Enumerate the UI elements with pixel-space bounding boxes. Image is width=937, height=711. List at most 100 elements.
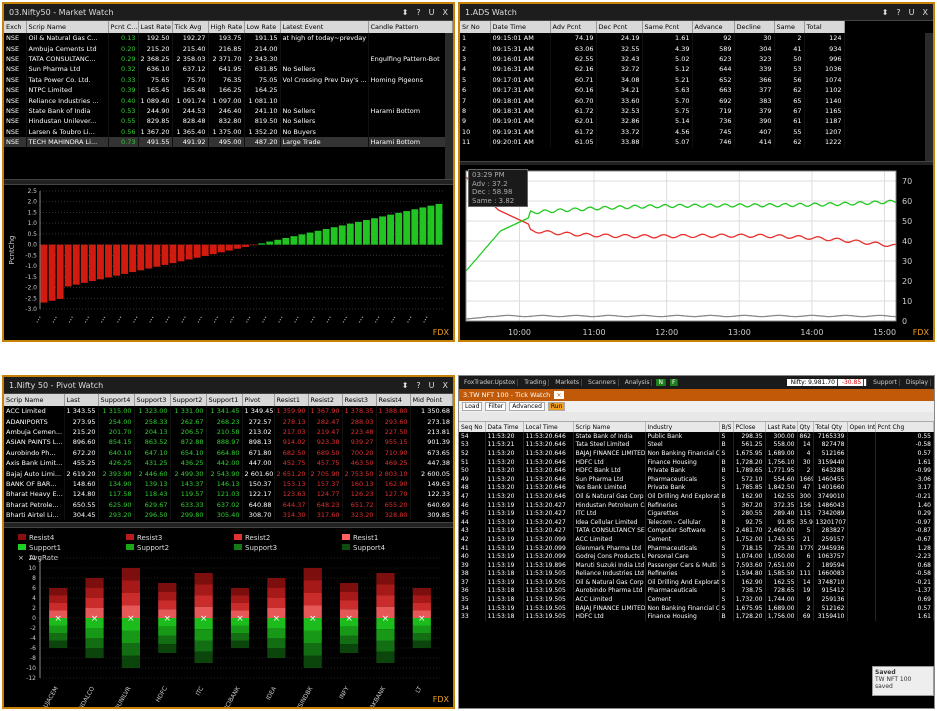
table-row[interactable]: 1 09:15:01 AM 74.19 24.19 1.61 92 30 2 124 — [460, 33, 933, 44]
filter-tab[interactable]: Filter — [485, 402, 507, 411]
table-row[interactable]: 10 09:19:31 AM 61.72 33.72 4.56 745 407 55 1207 — [460, 126, 933, 137]
table-row[interactable]: ASIAN PAINTS L... 896.60 854.15 863.52 872.8… — [4, 437, 453, 448]
market-watch-scrollbar[interactable] — [445, 33, 453, 179]
table-row[interactable]: Aurobindo Ph... 672.20 640.10 647.10 654.10 6… — [4, 447, 453, 458]
table-row[interactable]: 45 11:53:19 11:53:20.427 ITC Ltd Cigarettes S… — [459, 509, 934, 518]
column-header[interactable]: Resist2 — [308, 394, 343, 406]
menu-analysis[interactable]: Analysis — [623, 379, 653, 386]
help-icon[interactable]: ? — [416, 8, 420, 17]
close-icon[interactable]: X — [923, 8, 928, 17]
table-row[interactable]: 43 11:53:19 11:53:20.427 TATA CONSULTANCY S… — [459, 526, 934, 536]
table-row[interactable]: NSE Tata Power Co. Ltd. 0.33 75.65 75.70 76.3… — [4, 74, 453, 85]
table-row[interactable]: 39 11:53:19 11:53:19.896 Maruti Suzuki Indi… — [459, 560, 934, 570]
table-row[interactable]: NSE State Bank of India 0.53 244.90 244.53 24… — [4, 105, 453, 117]
column-header[interactable]: Industry — [645, 422, 720, 432]
column-header[interactable]: Open Int — [847, 422, 876, 432]
column-header[interactable]: Last — [64, 394, 99, 406]
column-header[interactable]: Exch — [4, 21, 27, 33]
table-row[interactable]: NSE TECH MAHINDRA Li... 0.73 491.55 491.92 49… — [4, 136, 453, 148]
table-row[interactable]: 6 09:17:31 AM 60.16 34.21 5.63 663 377 62 1102 — [460, 84, 933, 96]
table-row[interactable]: NSE Hindustan Unilever... 0.55 829.85 828.48… — [4, 116, 453, 127]
menu-trading[interactable]: Trading — [522, 379, 550, 386]
support-button[interactable]: Support — [871, 379, 900, 386]
table-row[interactable]: 11 09:20:01 AM 61.05 33.88 5.07 746 414 62 1222 — [460, 136, 933, 148]
column-header[interactable]: Pcnt C... — [108, 21, 139, 33]
column-header[interactable]: Same Pcnt — [642, 21, 693, 33]
table-row[interactable]: 9 09:19:01 AM 62.01 32.86 5.14 736 390 61 1187 — [460, 116, 933, 127]
table-row[interactable]: 33 11:53:18 11:53:19.505 HDFC Ltd Finance Ho… — [459, 612, 934, 622]
column-header[interactable]: Support4 — [98, 394, 135, 406]
run-tab[interactable]: Run — [547, 402, 566, 411]
tick-watch-tab[interactable]: 3.TW NFT 100 - Tick Watch × — [459, 389, 934, 401]
column-header[interactable]: Same — [774, 21, 805, 33]
column-header[interactable]: PClose — [733, 422, 766, 432]
column-header[interactable]: Support3 — [134, 394, 171, 406]
menu-scanners[interactable]: Scanners — [586, 379, 619, 386]
column-header[interactable]: Last Rate — [138, 21, 173, 33]
table-row[interactable]: NSE TATA CONSULTANC... 0.29 2 368.25 2 358.0… — [4, 53, 453, 65]
ads-watch-titlebar[interactable]: 1.ADS Watch ⬍ ? U X — [460, 4, 933, 21]
table-row[interactable]: 42 11:53:19 11:53:20.099 ACC Limited Cement S… — [459, 535, 934, 544]
table-row[interactable]: 7 09:18:01 AM 60.70 33.60 5.70 692 383 65 1140 — [460, 95, 933, 106]
column-header[interactable]: Qty — [797, 422, 814, 432]
table-row[interactable]: NSE Sun Pharma Ltd 0.32 636.10 637.12 641.95 6… — [4, 64, 453, 75]
menu-app[interactable]: FoxTrader.Upstox — [462, 379, 519, 386]
column-header[interactable]: Resist4 — [376, 394, 411, 406]
column-header[interactable]: Candle Pattern — [368, 21, 453, 33]
table-row[interactable]: 34 11:53:19 11:53:19.505 BAJAJ FINANCE LIMI… — [459, 603, 934, 613]
table-row[interactable]: Bharat Heavy E... 124.80 117.58 118.43 119.5… — [4, 489, 453, 500]
market-watch-titlebar[interactable]: 03.Nifty50 - Market Watch ⬍ ? U X — [4, 4, 453, 21]
pin-icon[interactable]: ⬍ — [402, 8, 409, 17]
table-row[interactable]: Bajaj Auto Limi... 2 619.20 2 393.90 2 446.… — [4, 468, 453, 479]
column-header[interactable]: Support1 — [206, 394, 243, 406]
column-header[interactable]: Decline — [734, 21, 775, 33]
table-row[interactable]: 50 11:53:20 11:53:20.646 HDFC Bank Ltd Priva… — [459, 466, 934, 475]
table-row[interactable]: 4 09:16:31 AM 62.16 32.72 5.12 644 339 53 1036 — [460, 64, 933, 75]
column-header[interactable]: B/S — [719, 422, 734, 432]
column-header[interactable]: Adv Pcnt — [550, 21, 597, 33]
table-row[interactable]: 51 11:53:20 11:53:20.646 HDFC Ltd Finance Ho… — [459, 457, 934, 467]
table-row[interactable]: 48 11:53:20 11:53:20.646 Yes Bank Limited Pr… — [459, 483, 934, 493]
fno-button[interactable]: F — [669, 379, 679, 386]
table-row[interactable]: NSE Larsen & Toubro Li... 0.56 1 367.20 1 36… — [4, 126, 453, 137]
table-row[interactable]: 54 11:53:20 11:53:20.646 State Bank of Indi… — [459, 432, 934, 441]
table-row[interactable]: NSE Reliance Industries ... 0.40 1 089.40 1 … — [4, 95, 453, 106]
table-row[interactable]: Axis Bank Limit... 455.25 426.25 431.25 436.… — [4, 457, 453, 469]
column-header[interactable]: Scrip Name — [573, 422, 646, 432]
table-row[interactable]: NSE Ambuja Cements Ltd 0.20 215.20 215.40 216… — [4, 43, 453, 54]
table-row[interactable]: 8 09:18:31 AM 61.72 32.53 5.75 719 379 67 1165 — [460, 105, 933, 117]
column-header[interactable]: Seq No — [459, 422, 486, 432]
column-header[interactable]: Mid Point — [410, 394, 453, 406]
column-header[interactable]: Total — [804, 21, 845, 33]
column-header[interactable]: Data Time — [485, 422, 524, 432]
table-row[interactable]: Bharat Petrole... 650.55 625.90 629.67 633.3… — [4, 499, 453, 510]
column-header[interactable]: Latest Event — [280, 21, 369, 33]
display-button[interactable]: Display — [904, 379, 931, 386]
column-header[interactable]: Pcnt Chg — [875, 422, 934, 432]
column-header[interactable]: Date Time — [490, 21, 551, 33]
menu-markets[interactable]: Markets — [553, 379, 583, 386]
table-row[interactable]: Bharti Airtel Li... 304.45 293.20 296.50 299… — [4, 509, 453, 521]
table-row[interactable]: 41 11:53:19 11:53:20.099 Glenmark Pharma Lt… — [459, 543, 934, 553]
column-header[interactable]: Local Time — [523, 422, 574, 432]
column-header[interactable]: Dec Pcnt — [596, 21, 643, 33]
undock-icon[interactable]: U — [429, 381, 435, 390]
column-header[interactable]: Resist1 — [274, 394, 309, 406]
column-header[interactable]: Pivot — [242, 394, 275, 406]
table-row[interactable]: 40 11:53:19 11:53:20.099 Godrej Cons Produc… — [459, 552, 934, 561]
ads-watch-scrollbar[interactable] — [925, 33, 933, 161]
table-row[interactable]: 2 09:15:31 AM 63.06 32.55 4.39 589 304 41 934 — [460, 43, 933, 54]
table-row[interactable]: 47 11:53:20 11:53:20.646 Oil & Natural Gas … — [459, 492, 934, 501]
column-header[interactable]: Total Qty — [813, 422, 848, 432]
table-row[interactable]: 5 09:17:01 AM 60.71 34.08 5.21 652 366 56 1074 — [460, 74, 933, 85]
pin-icon[interactable]: ⬍ — [402, 381, 409, 390]
undock-icon[interactable]: U — [429, 8, 435, 17]
column-header[interactable]: Support2 — [170, 394, 207, 406]
column-header[interactable]: High Rate — [208, 21, 245, 33]
table-row[interactable]: 38 11:53:18 11:53:19.505 Reliance Industrie… — [459, 569, 934, 579]
table-row[interactable]: 35 11:53:18 11:53:19.505 ACC Limited Cement S… — [459, 595, 934, 604]
column-header[interactable]: Sr No — [460, 21, 491, 33]
close-icon[interactable]: X — [443, 381, 448, 390]
column-header[interactable]: Scrip Name — [26, 21, 109, 33]
load-tab[interactable]: Load — [462, 402, 483, 411]
